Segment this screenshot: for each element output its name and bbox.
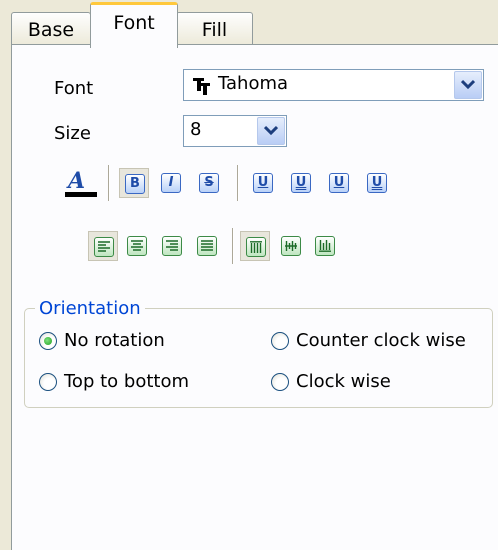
radio-unchecked-icon: [271, 332, 289, 350]
font-value: Tahoma: [218, 73, 289, 94]
bold-button[interactable]: B: [119, 168, 149, 198]
underline-single-button[interactable]: U: [248, 168, 278, 198]
svg-text:A: A: [66, 168, 85, 194]
radio-label: No rotation: [64, 330, 165, 351]
tab-fill[interactable]: Fill: [176, 12, 253, 46]
underline-icon: U: [253, 173, 273, 193]
align-left-icon: [94, 237, 114, 257]
tab-font[interactable]: Font: [90, 2, 178, 48]
underline-double-button[interactable]: U: [286, 168, 316, 198]
underline-double-accounting-button[interactable]: U: [362, 168, 392, 198]
valign-center-button[interactable]: [276, 231, 306, 261]
tab-strip: Base Fill Font: [0, 0, 498, 48]
underline-accounting-button[interactable]: U: [324, 168, 354, 198]
align-left-button[interactable]: [88, 231, 118, 261]
italic-icon: I: [161, 173, 181, 193]
align-justify-button[interactable]: [192, 231, 222, 261]
toolbar-separator: [108, 165, 110, 201]
align-right-button[interactable]: [157, 231, 187, 261]
font-tab-panel: Font Tahoma Size 8 A B I S U U U U: [11, 44, 498, 550]
strikeout-icon: S: [199, 173, 219, 193]
tab-base[interactable]: Base: [11, 12, 91, 46]
size-label: Size: [54, 123, 91, 144]
font-color-icon: A: [65, 168, 97, 197]
font-combobox[interactable]: Tahoma: [183, 69, 484, 101]
valign-top-icon: [246, 237, 266, 257]
align-justify-icon: [197, 236, 217, 256]
bold-icon: B: [125, 174, 145, 194]
radio-unchecked-icon: [271, 373, 289, 391]
valign-bottom-icon: [315, 236, 335, 256]
italic-button[interactable]: I: [156, 168, 186, 198]
font-color-button[interactable]: A: [62, 162, 100, 204]
toolbar-separator: [237, 165, 239, 201]
valign-center-icon: [281, 236, 301, 256]
align-center-button[interactable]: [122, 231, 152, 261]
radio-label: Counter clock wise: [296, 330, 466, 351]
chevron-down-icon[interactable]: [257, 117, 285, 145]
valign-bottom-button[interactable]: [310, 231, 340, 261]
orientation-legend: Orientation: [39, 298, 141, 319]
size-combobox[interactable]: 8: [183, 115, 287, 147]
align-center-icon: [127, 236, 147, 256]
valign-top-button[interactable]: [240, 231, 270, 261]
toolbar-separator: [232, 228, 234, 264]
size-value: 8: [190, 119, 202, 140]
radio-checked-icon: [39, 332, 57, 350]
double-accounting-underline-icon: U: [367, 173, 387, 193]
double-underline-icon: U: [291, 173, 311, 193]
strikeout-button[interactable]: S: [194, 168, 224, 198]
radio-label: Clock wise: [296, 371, 391, 392]
radio-unchecked-icon: [39, 373, 57, 391]
align-right-icon: [162, 236, 182, 256]
chevron-down-icon[interactable]: [454, 71, 482, 99]
accounting-underline-icon: U: [329, 173, 349, 193]
radio-label: Top to bottom: [64, 371, 189, 392]
font-label: Font: [54, 78, 94, 99]
truetype-font-icon: [193, 78, 210, 95]
